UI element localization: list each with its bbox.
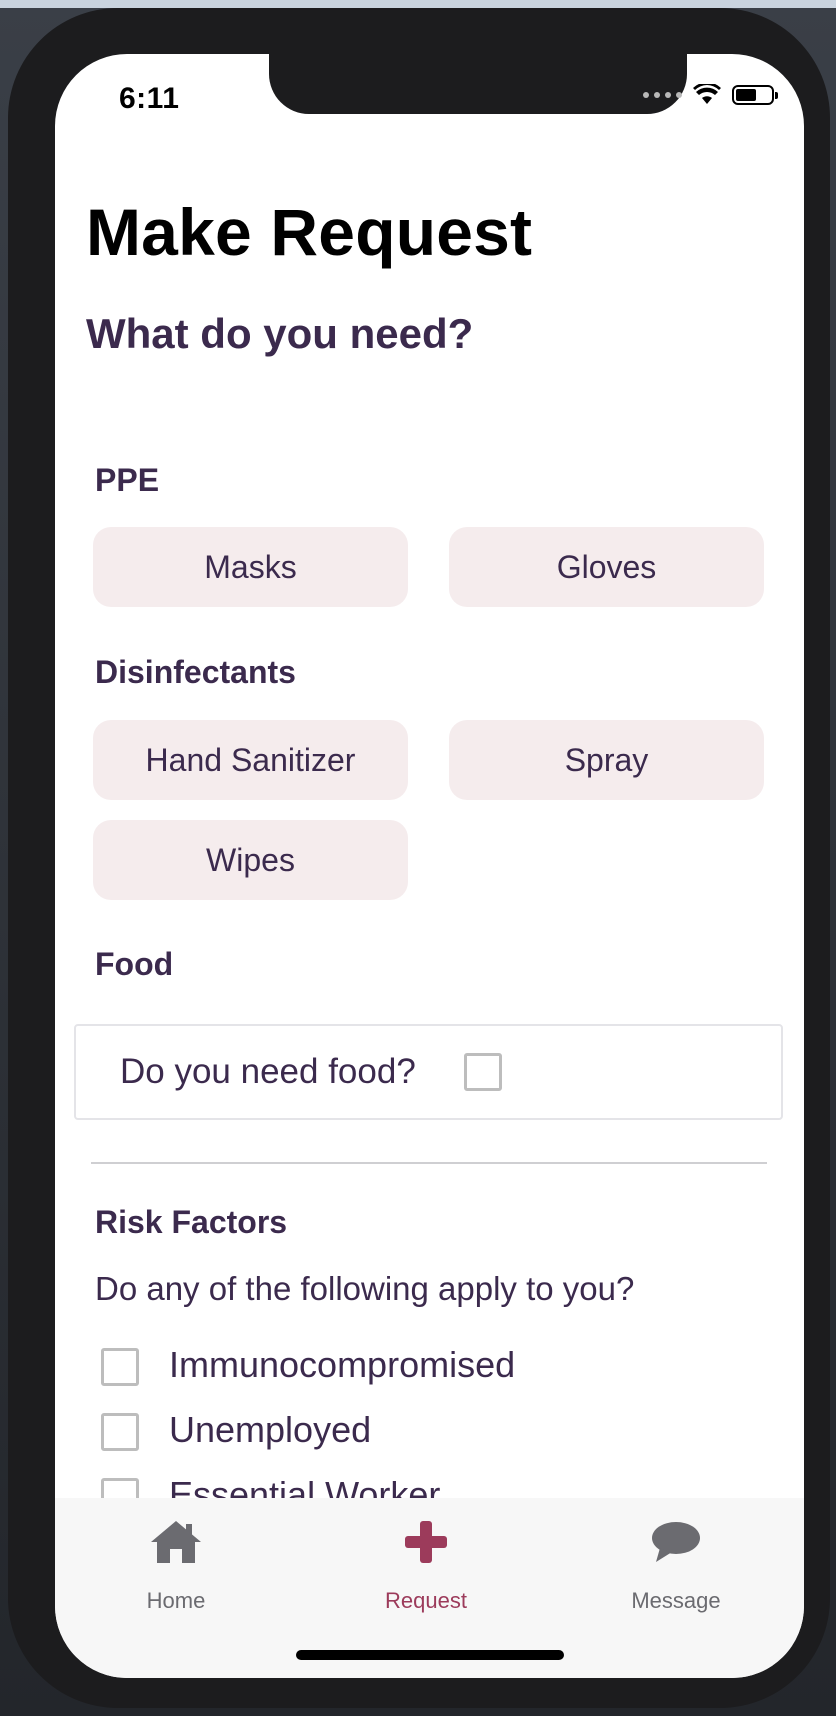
signal-dots-icon — [643, 92, 682, 98]
food-checkbox[interactable] — [464, 1053, 502, 1091]
desktop-top-strip — [0, 0, 836, 8]
food-question-card: Do you need food? — [74, 1024, 783, 1120]
page-title: Make Request — [86, 195, 533, 269]
section-divider — [91, 1162, 767, 1164]
phone-notch — [269, 54, 687, 114]
risk-checkbox[interactable] — [101, 1478, 139, 1498]
risk-question: Do any of the following apply to you? — [95, 1270, 635, 1307]
food-question-label: Do you need food? — [120, 1052, 416, 1091]
section-label-risk-factors: Risk Factors — [95, 1204, 288, 1240]
home-indicator[interactable] — [296, 1650, 564, 1660]
chat-bubble-icon — [576, 1514, 776, 1570]
section-label-food: Food — [95, 946, 174, 982]
tab-request-label: Request — [385, 1588, 467, 1613]
status-icons — [643, 84, 778, 106]
option-masks-button[interactable]: Masks — [93, 527, 408, 607]
page-subtitle: What do you need? — [86, 310, 474, 357]
tab-message[interactable]: Message — [576, 1514, 776, 1614]
tab-message-label: Message — [631, 1588, 721, 1613]
risk-checkbox[interactable] — [101, 1413, 139, 1451]
phone-frame: Make Request What do you need? PPE Masks… — [8, 8, 830, 1708]
risk-option-label: Essential Worker — [169, 1474, 441, 1498]
risk-option-label: Unemployed — [169, 1409, 372, 1450]
section-label-disinfectants: Disinfectants — [95, 654, 296, 690]
battery-icon — [732, 85, 778, 105]
plus-icon — [326, 1514, 526, 1570]
risk-option-label: Immunocompromised — [169, 1344, 516, 1385]
tab-home[interactable]: Home — [76, 1514, 276, 1614]
option-hand-sanitizer-button[interactable]: Hand Sanitizer — [93, 720, 408, 800]
section-label-ppe: PPE — [95, 462, 160, 498]
risk-checkbox[interactable] — [101, 1348, 139, 1386]
phone-screen: Make Request What do you need? PPE Masks… — [55, 54, 804, 1678]
option-wipes-button[interactable]: Wipes — [93, 820, 408, 900]
home-icon — [76, 1514, 276, 1570]
option-spray-button[interactable]: Spray — [449, 720, 764, 800]
tab-home-label: Home — [146, 1588, 206, 1613]
wifi-icon — [693, 84, 721, 104]
scroll-content[interactable]: Make Request What do you need? PPE Masks… — [55, 54, 804, 1498]
status-time: 6:11 — [119, 82, 180, 115]
option-gloves-button[interactable]: Gloves — [449, 527, 764, 607]
tab-request[interactable]: Request — [326, 1514, 526, 1614]
